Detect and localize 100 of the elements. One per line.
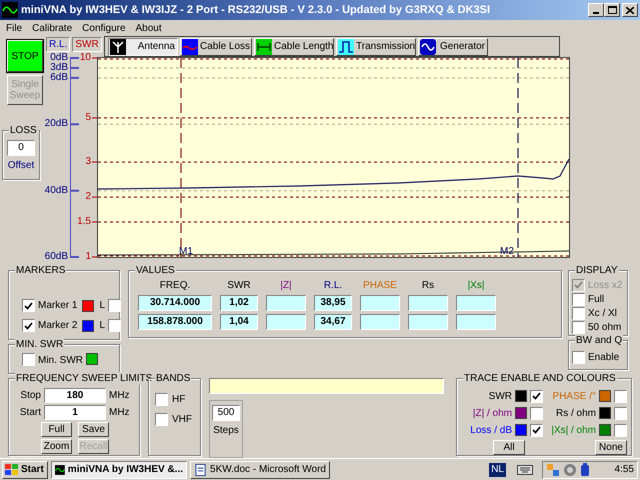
- checkbox[interactable]: [155, 413, 168, 426]
- checkbox[interactable]: [572, 292, 585, 306]
- checkbox[interactable]: [22, 299, 35, 312]
- menu-item[interactable]: Calibrate: [32, 20, 72, 36]
- wave-icon: [182, 38, 198, 54]
- menu-item[interactable]: About: [136, 20, 162, 36]
- color-swatch[interactable]: [599, 407, 611, 419]
- start-button[interactable]: Start: [2, 460, 48, 478]
- rl-tick-label: 40dB: [44, 186, 68, 196]
- trace-label: PHASE /°: [552, 390, 596, 404]
- antenna-icon: [110, 38, 126, 54]
- checkbox[interactable]: [530, 390, 543, 402]
- window-title: miniVNA by IW3HEV & IW3IJZ - 2 Port - RS232/USB - V 2.3.0 - Updated by G3RXQ & DK3SI: [21, 2, 490, 18]
- button[interactable]: Save: [78, 422, 109, 437]
- checkbox[interactable]: [108, 299, 122, 312]
- check-icon: [532, 392, 541, 400]
- menu-item[interactable]: File: [6, 20, 22, 36]
- trace-label: |Xs| / ohm: [551, 424, 596, 438]
- unit-label: MHz: [109, 389, 130, 403]
- button[interactable]: Full: [41, 422, 72, 437]
- language-indicator[interactable]: NL: [489, 462, 506, 476]
- mode-tab[interactable]: Generator: [418, 38, 488, 56]
- lock-label: L: [99, 299, 106, 313]
- option-label: Loss x2: [588, 278, 622, 292]
- rl-tick-label: 3dB: [50, 62, 68, 73]
- color-swatch[interactable]: [599, 390, 611, 402]
- checkbox[interactable]: [572, 320, 585, 334]
- column-header: SWR: [226, 279, 252, 292]
- button[interactable]: None: [595, 440, 627, 455]
- value-cell: 34,67: [314, 314, 352, 330]
- checkbox[interactable]: [614, 390, 627, 402]
- value-cell: [266, 295, 306, 311]
- mode-tab[interactable]: Cable Loss: [180, 38, 252, 56]
- option-label: 50 ohm: [588, 320, 622, 334]
- battery-icon[interactable]: [580, 462, 590, 476]
- column-header: FREQ.: [158, 279, 192, 292]
- pulse-icon: [338, 38, 354, 54]
- clock: 4:55: [614, 463, 634, 477]
- menu-item[interactable]: Configure: [82, 20, 126, 36]
- checkbox[interactable]: [572, 306, 585, 320]
- scale-button[interactable]: SWR: [72, 37, 102, 52]
- value-cell: 1,02: [220, 295, 258, 311]
- swr-tick-label: 1.5: [77, 216, 91, 227]
- close-icon: [626, 6, 634, 14]
- taskbar-button[interactable]: miniVNA by IW3HEV &...: [51, 460, 187, 478]
- stop-button[interactable]: STOP: [7, 40, 43, 72]
- checkbox[interactable]: [614, 406, 627, 420]
- minimize-button[interactable]: [588, 3, 604, 17]
- scale-button[interactable]: R.L.: [46, 37, 70, 52]
- app-icon: [55, 462, 65, 476]
- mode-tab[interactable]: Cable Length: [254, 38, 334, 56]
- column-header: |Z|: [279, 279, 293, 292]
- speaker-icon[interactable]: [563, 462, 577, 476]
- frequency-field[interactable]: 1: [44, 405, 106, 420]
- trace-label: Loss / dB: [470, 424, 512, 438]
- checkbox[interactable]: [530, 406, 543, 420]
- swr-tick-label: 3: [85, 156, 91, 168]
- color-swatch[interactable]: [515, 390, 527, 402]
- color-swatch[interactable]: [515, 407, 527, 419]
- color-swatch[interactable]: [82, 300, 94, 312]
- lock-label: L: [99, 319, 106, 333]
- checkbox[interactable]: [22, 353, 35, 366]
- button[interactable]: All: [493, 440, 525, 455]
- column-header: Rs: [420, 279, 436, 292]
- group-title: FREQUENCY SWEEP LIMITS: [15, 372, 154, 385]
- taskbar-button[interactable]: 5KW.doc - Microsoft Word: [190, 460, 330, 478]
- checkbox[interactable]: [572, 351, 585, 364]
- checkbox[interactable]: [614, 424, 627, 436]
- checkbox[interactable]: [22, 319, 35, 332]
- option-label: Xc / Xl: [588, 306, 617, 320]
- trace-label: SWR: [488, 390, 512, 404]
- value-cell: 1,04: [220, 314, 258, 330]
- color-swatch[interactable]: [86, 353, 98, 365]
- steps-field[interactable]: 500: [212, 405, 240, 421]
- mode-tab[interactable]: Transmission: [336, 38, 416, 56]
- loss-field[interactable]: 0: [7, 140, 35, 156]
- rl-tick-label: 60dB: [44, 252, 68, 262]
- rl-tick-label: 0dB: [50, 53, 68, 63]
- color-swatch[interactable]: [599, 424, 611, 436]
- color-swatch[interactable]: [82, 320, 94, 332]
- keyboard-icon[interactable]: [517, 464, 533, 474]
- mode-tab[interactable]: Antenna: [108, 38, 178, 56]
- button[interactable]: Zoom: [41, 439, 72, 454]
- value-cell: [360, 314, 400, 330]
- field-label: Start: [18, 406, 41, 420]
- document-icon: [194, 462, 208, 476]
- checkbox[interactable]: [108, 319, 122, 332]
- marker-label: M1: [179, 246, 193, 257]
- checkbox[interactable]: [155, 393, 168, 406]
- value-cell: [360, 295, 400, 311]
- close-button[interactable]: [622, 3, 638, 17]
- sine-icon: [420, 38, 436, 54]
- column-header: PHASE: [362, 279, 398, 292]
- color-swatch[interactable]: [515, 424, 527, 436]
- checkbox[interactable]: [530, 424, 543, 436]
- frequency-field[interactable]: 180: [44, 388, 106, 403]
- trace-label: |Z| / ohm: [472, 406, 512, 420]
- unit-label: MHz: [109, 406, 130, 420]
- maximize-button[interactable]: [604, 3, 620, 17]
- marker-label: Marker 2: [38, 319, 78, 333]
